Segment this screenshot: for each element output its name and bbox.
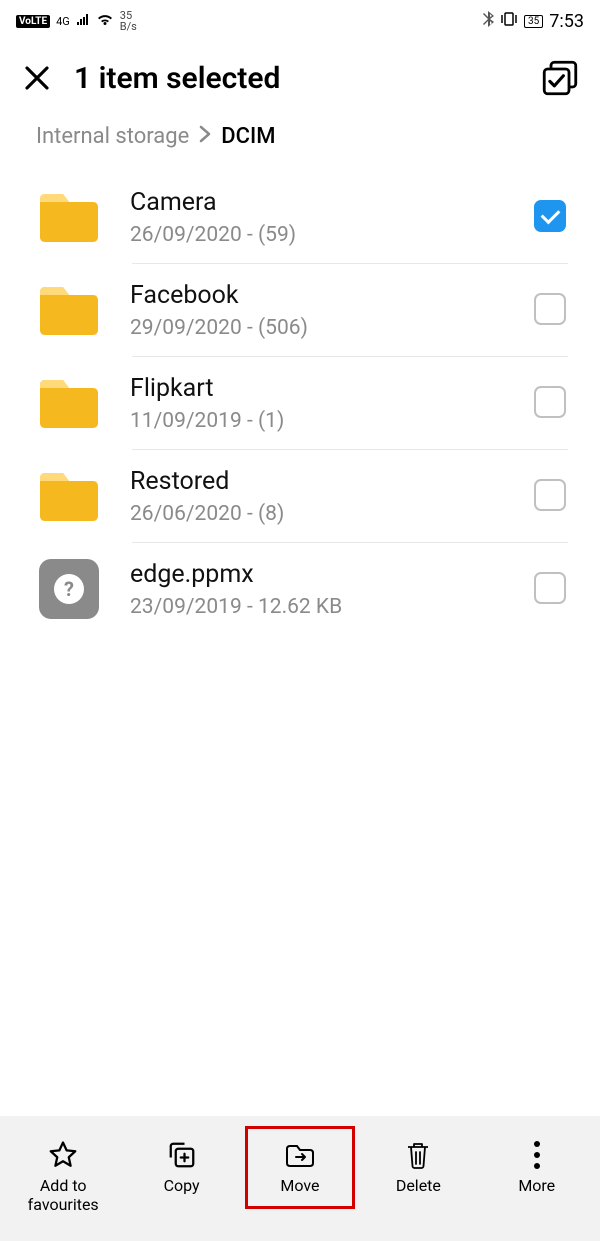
close-icon[interactable] [22,63,52,93]
item-meta: 26/06/2020 - (8) [130,502,506,526]
breadcrumb: Internal storage DCIM [0,112,600,171]
checkbox[interactable] [534,572,568,606]
action-label: Delete [396,1177,441,1195]
list-item[interactable]: Flipkart 11/09/2019 - (1) [0,357,600,449]
volte-badge: VoLTE [16,15,50,28]
folder-icon [36,466,102,526]
status-bar: VoLTE 4G 35 B/s 35 7:53 [0,0,600,42]
move-button[interactable]: Move [245,1126,355,1208]
folder-icon [36,187,102,247]
select-all-icon[interactable] [542,60,578,96]
move-icon [284,1139,316,1171]
item-meta: 11/09/2019 - (1) [130,409,506,433]
list-item[interactable]: Camera 26/09/2020 - (59) [0,171,600,263]
chevron-right-icon [199,124,211,149]
list-item[interactable]: edge.ppmx 23/09/2019 - 12.62 KB [0,543,600,635]
item-name: Camera [130,188,506,217]
list-item[interactable]: Facebook 29/09/2020 - (506) [0,264,600,356]
network-indicator: 4G [56,15,70,28]
checkbox[interactable] [534,200,568,234]
bluetooth-icon [483,11,494,31]
list-item[interactable]: Restored 26/06/2020 - (8) [0,450,600,542]
checkbox[interactable] [534,293,568,327]
folder-icon [36,373,102,433]
vibrate-icon [500,12,518,30]
breadcrumb-parent[interactable]: Internal storage [36,124,189,149]
file-list: Camera 26/09/2020 - (59) Facebook 29/09/… [0,171,600,635]
copy-button[interactable]: Copy [127,1126,237,1208]
action-label: More [518,1177,555,1195]
action-label: Add to favourites [19,1177,107,1214]
action-bar: Add to favourites Copy Move Delete More [0,1116,600,1241]
more-icon [521,1139,553,1171]
delete-button[interactable]: Delete [363,1126,473,1208]
checkbox[interactable] [534,479,568,513]
item-meta: 26/09/2020 - (59) [130,223,506,247]
copy-icon [166,1139,198,1171]
breadcrumb-current: DCIM [221,124,275,149]
item-name: edge.ppmx [130,560,506,589]
unknown-file-icon [36,559,102,619]
action-label: Copy [164,1177,200,1195]
item-name: Restored [130,467,506,496]
item-meta: 23/09/2019 - 12.62 KB [130,595,506,619]
page-title: 1 item selected [74,61,520,96]
item-name: Flipkart [130,374,506,403]
star-icon [47,1139,79,1171]
selection-header: 1 item selected [0,42,600,112]
action-label: Move [280,1177,319,1195]
checkbox[interactable] [534,386,568,420]
signal-icon [76,12,90,30]
wifi-icon [96,12,114,30]
data-rate: 35 B/s [120,10,137,32]
more-button[interactable]: More [482,1126,592,1208]
trash-icon [402,1139,434,1171]
battery-indicator: 35 [524,15,543,28]
add-to-favourites-button[interactable]: Add to favourites [8,1126,118,1227]
item-meta: 29/09/2020 - (506) [130,316,506,340]
item-name: Facebook [130,281,506,310]
clock: 7:53 [549,11,584,32]
folder-icon [36,280,102,340]
